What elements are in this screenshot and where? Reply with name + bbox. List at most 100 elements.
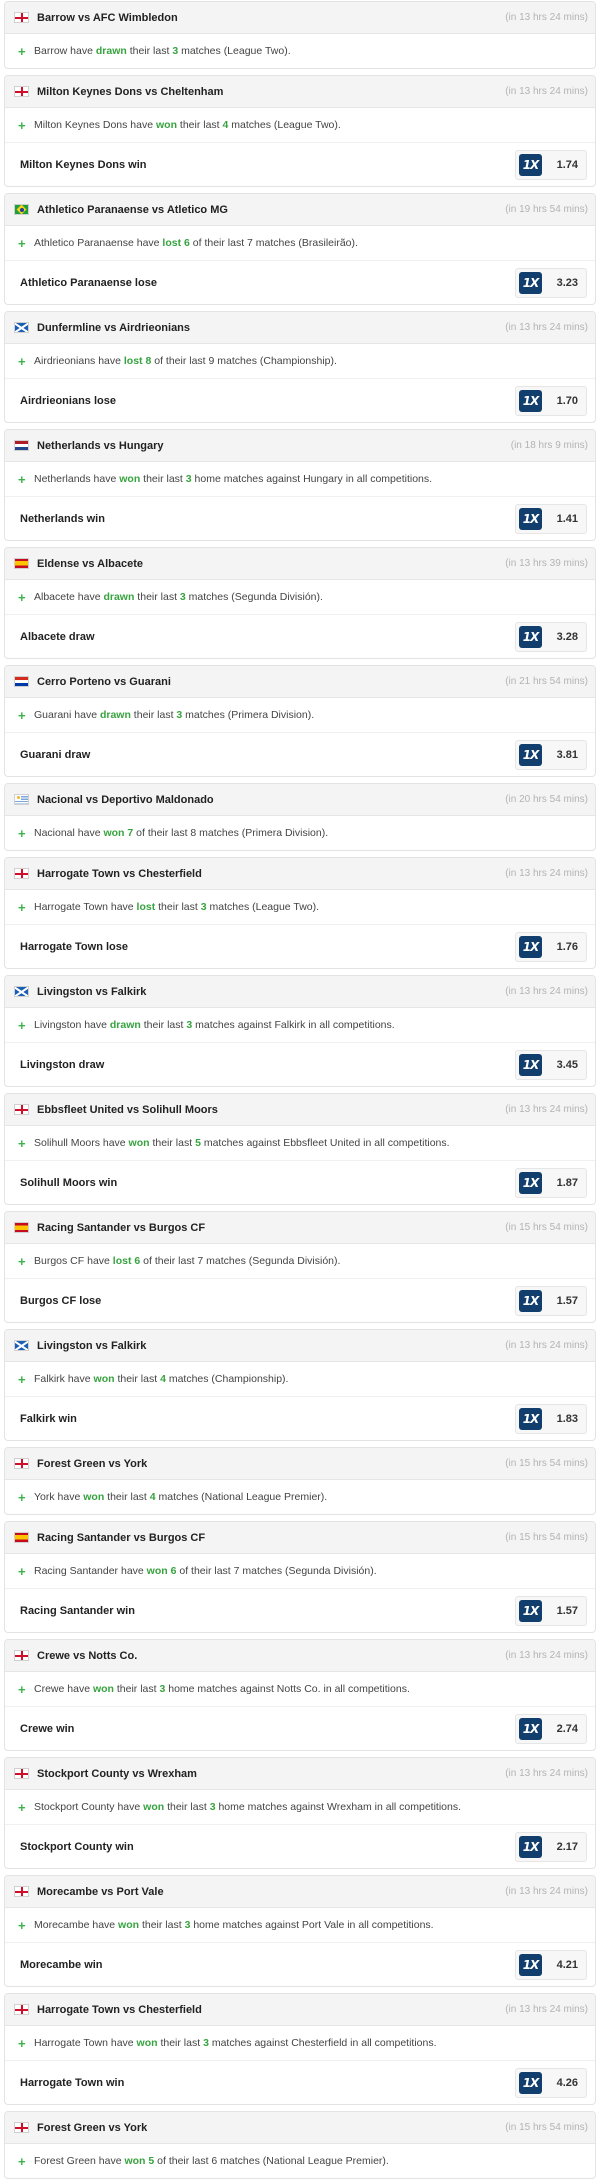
stat-text-a: Nacional have: [34, 827, 104, 839]
stat-text-b: their last: [176, 119, 223, 131]
stat-text-b: their last: [130, 709, 177, 721]
stat-text-b: their last: [157, 2037, 204, 2049]
odds-value: 1.74: [556, 158, 578, 171]
fixture-name[interactable]: Cerro Porteno vs Guarani: [37, 676, 499, 688]
fixture-name[interactable]: Forest Green vs York: [37, 1458, 499, 1470]
odds-button[interactable]: 1X 4.26: [515, 2067, 587, 2098]
odds-button[interactable]: 1X 3.45: [515, 1049, 587, 1080]
flag-sco-icon: [14, 1340, 29, 1351]
fixture-name[interactable]: Racing Santander vs Burgos CF: [37, 1532, 499, 1544]
odds-button[interactable]: 1X 2.17: [515, 1831, 587, 1862]
fixture-name[interactable]: Milton Keynes Dons vs Cheltenham: [37, 86, 499, 98]
odds-button[interactable]: 1X 1.87: [515, 1167, 587, 1198]
stat-text-a: Airdrieonians have: [34, 355, 124, 367]
kickoff-time: (in 13 hrs 24 mins): [505, 868, 588, 879]
fixture-name[interactable]: Livingston vs Falkirk: [37, 986, 499, 998]
card-header: Morecambe vs Port Vale (in 13 hrs 24 mins…: [5, 1876, 595, 1908]
kickoff-time: (in 13 hrs 24 mins): [505, 12, 588, 23]
stat-highlight: won 7: [103, 827, 134, 839]
odds-button[interactable]: 1X 1.57: [515, 1285, 587, 1316]
fixture-name[interactable]: Ebbsfleet United vs Solihull Moors: [37, 1104, 499, 1116]
fixture-name[interactable]: Harrogate Town vs Chesterfield: [37, 2004, 499, 2016]
odds-value: 3.45: [556, 1058, 578, 1071]
trend-stat: + Nacional have won 7 of their last 8 mat…: [5, 816, 595, 850]
stat-text-c: matches (Championship).: [165, 1373, 289, 1385]
stat-highlight: won 5: [124, 2155, 155, 2167]
flag-uru-icon: [14, 794, 29, 805]
stat-text-a: Harrogate Town have: [34, 901, 137, 913]
flag-eng-icon: [14, 2122, 29, 2133]
odds-button[interactable]: 1X 1.74: [515, 149, 587, 180]
kickoff-time: (in 15 hrs 54 mins): [505, 2122, 588, 2133]
stat-highlight: won: [155, 119, 177, 131]
fixture-name[interactable]: Morecambe vs Port Vale: [37, 1886, 499, 1898]
flag-eng-icon: [14, 1650, 29, 1661]
fixture-name[interactable]: Dunfermline vs Airdrieonians: [37, 322, 499, 334]
odds-button[interactable]: 1X 4.21: [515, 1949, 587, 1980]
stat-highlight: lost 6: [112, 1255, 141, 1267]
fixture-name[interactable]: Nacional vs Deportivo Maldonado: [37, 794, 499, 806]
stat-highlight: won 6: [146, 1565, 177, 1577]
kickoff-time: (in 21 hrs 54 mins): [505, 676, 588, 687]
plus-icon: +: [18, 1563, 26, 1579]
stat-text-b: their last: [113, 1683, 160, 1695]
bet-selection-label: Solihull Moors win: [20, 1176, 118, 1189]
fixture-name[interactable]: Athletico Paranaense vs Atletico MG: [37, 204, 499, 216]
bet-row: Milton Keynes Dons win 1X 1.74: [5, 142, 595, 186]
odds-value: 2.74: [556, 1722, 578, 1735]
odds-button[interactable]: 1X 3.81: [515, 739, 587, 770]
bookmaker-logo-icon: 1X: [519, 2071, 542, 2094]
bet-selection-label: Burgos CF lose: [20, 1294, 102, 1307]
stat-text-b: their last: [155, 901, 201, 913]
plus-icon: +: [18, 1917, 26, 1933]
bookmaker-logo-icon: 1X: [519, 1407, 542, 1430]
fixture-name[interactable]: Harrogate Town vs Chesterfield: [37, 868, 499, 880]
odds-button[interactable]: 1X 2.74: [515, 1713, 587, 1744]
kickoff-time: (in 13 hrs 24 mins): [505, 1104, 588, 1115]
odds-button[interactable]: 1X 3.23: [515, 267, 587, 298]
odds-button[interactable]: 1X 1.57: [515, 1595, 587, 1626]
odds-button[interactable]: 1X 1.83: [515, 1403, 587, 1434]
trend-stat: + Athletico Paranaense have lost 6 of the…: [5, 226, 595, 260]
fixture-name[interactable]: Livingston vs Falkirk: [37, 1340, 499, 1352]
card-header: Harrogate Town vs Chesterfield (in 13 hrs…: [5, 1994, 595, 2026]
card-header: Livingston vs Falkirk (in 13 hrs 24 mins): [5, 1330, 595, 1362]
bet-row: Airdrieonians lose 1X 1.70: [5, 378, 595, 422]
trend-card: Athletico Paranaense vs Atletico MG (in 1…: [4, 193, 596, 305]
fixture-name[interactable]: Netherlands vs Hungary: [37, 440, 505, 452]
trend-stat: + Barrow have drawn their last 3 matches …: [5, 34, 595, 68]
trend-card: Harrogate Town vs Chesterfield (in 13 hrs…: [4, 857, 596, 969]
kickoff-time: (in 13 hrs 24 mins): [505, 986, 588, 997]
kickoff-time: (in 15 hrs 54 mins): [505, 1222, 588, 1233]
card-header: Forest Green vs York (in 15 hrs 54 mins): [5, 1448, 595, 1480]
odds-button[interactable]: 1X 1.70: [515, 385, 587, 416]
stat-text-b: of their last 7 matches (Brasileirão).: [189, 237, 358, 249]
flag-esp-icon: [14, 558, 29, 569]
flag-eng-icon: [14, 1768, 29, 1779]
fixture-name[interactable]: Racing Santander vs Burgos CF: [37, 1222, 499, 1234]
stat-text-c: matches (League Two).: [228, 119, 341, 131]
fixture-name[interactable]: Crewe vs Notts Co.: [37, 1650, 499, 1662]
bookmaker-logo-icon: 1X: [519, 625, 542, 648]
trend-card: Racing Santander vs Burgos CF (in 15 hrs …: [4, 1521, 596, 1633]
odds-button[interactable]: 1X 1.41: [515, 503, 587, 534]
trend-stat: + Stockport County have won their last 3 …: [5, 1790, 595, 1824]
card-header: Barrow vs AFC Wimbledon (in 13 hrs 24 min…: [5, 2, 595, 34]
card-header: Cerro Porteno vs Guarani (in 21 hrs 54 mi…: [5, 666, 595, 698]
odds-button[interactable]: 1X 3.28: [515, 621, 587, 652]
plus-icon: +: [18, 707, 26, 723]
fixture-name[interactable]: Stockport County vs Wrexham: [37, 1768, 499, 1780]
stat-highlight: lost 8: [123, 355, 152, 367]
stat-text-c: matches against Chesterfield in all comp…: [208, 2037, 437, 2049]
odds-button[interactable]: 1X 1.76: [515, 931, 587, 962]
bookmaker-logo-icon: 1X: [519, 389, 542, 412]
stat-text-a: Livingston have: [34, 1019, 110, 1031]
stat-text-a: Falkirk have: [34, 1373, 94, 1385]
stat-highlight: drawn: [103, 591, 135, 603]
bet-row: Athletico Paranaense lose 1X 3.23: [5, 260, 595, 304]
trend-card: Netherlands vs Hungary (in 18 hrs 9 mins)…: [4, 429, 596, 541]
fixture-name[interactable]: Barrow vs AFC Wimbledon: [37, 12, 499, 24]
stat-text-c: home matches against Notts Co. in all co…: [165, 1683, 410, 1695]
fixture-name[interactable]: Eldense vs Albacete: [37, 558, 499, 570]
fixture-name[interactable]: Forest Green vs York: [37, 2122, 499, 2134]
